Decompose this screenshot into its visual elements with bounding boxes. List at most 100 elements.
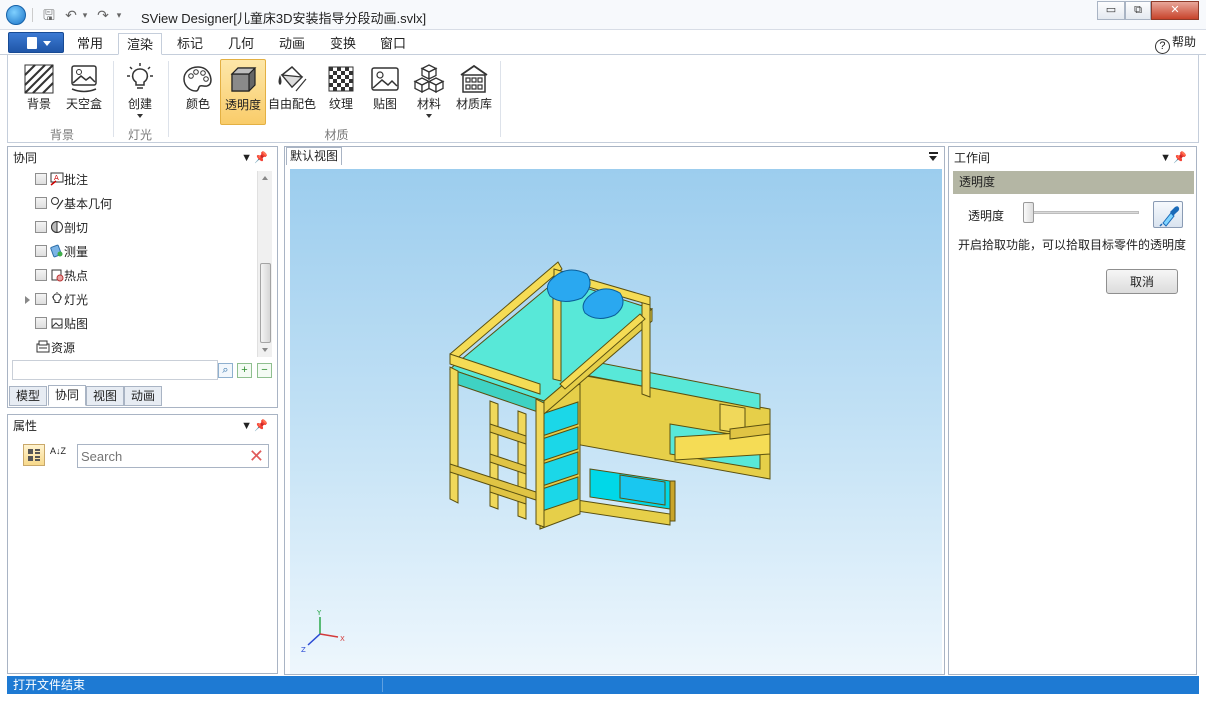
tree-checkbox[interactable] <box>35 317 47 329</box>
background-icon <box>23 63 55 95</box>
status-bar: 打开文件结束 <box>7 676 1199 694</box>
undo-icon[interactable]: ↶ <box>62 6 80 24</box>
redo-icon[interactable]: ↷ <box>94 6 112 24</box>
group-separator <box>113 61 114 137</box>
transparency-button[interactable]: 透明度 <box>220 59 266 125</box>
chevron-down-icon <box>43 41 51 46</box>
tree-checkbox[interactable] <box>35 173 47 185</box>
help-icon: ? <box>1154 39 1170 54</box>
collaboration-panel-title: 协同 <box>13 151 38 165</box>
save-icon[interactable]: 🖫 <box>40 6 58 24</box>
view-menu-icon[interactable] <box>929 152 938 161</box>
tab-common[interactable]: 常用 <box>72 33 108 55</box>
categorized-view-icon[interactable] <box>23 444 45 466</box>
light-group-label: 灯光 <box>127 128 152 142</box>
undo-dropdown-icon[interactable]: ▾ <box>80 6 90 24</box>
tree-item-label: 贴图 <box>64 317 89 331</box>
tab-collaboration[interactable]: 协同 <box>48 385 87 406</box>
expand-all-icon[interactable]: + <box>237 363 252 378</box>
tree-item-label: 基本几何 <box>64 197 113 211</box>
decal-button[interactable]: 贴图 <box>362 59 408 125</box>
svg-text:A: A <box>54 174 59 182</box>
panel-dropdown-icon[interactable]: ▼ <box>241 415 252 437</box>
skybox-button[interactable]: 天空盒 <box>60 59 108 125</box>
search-icon[interactable]: ⌕ <box>218 363 233 378</box>
tree-checkbox[interactable] <box>35 269 47 281</box>
tab-view[interactable]: 视图 <box>86 386 125 406</box>
clear-search-icon[interactable]: ✕ <box>249 446 264 466</box>
measure-icon <box>50 244 63 258</box>
bunk-bed-model[interactable]: Y X Z <box>290 169 942 674</box>
panel-dropdown-icon[interactable]: ▼ <box>1160 147 1171 169</box>
help-button[interactable]: ? 帮助 <box>1154 33 1196 54</box>
create-light-button[interactable]: 创建 <box>117 59 163 125</box>
3d-viewport[interactable]: Y X Z <box>290 169 942 674</box>
material-library-label: 材质库 <box>455 97 492 111</box>
panel-dropdown-icon[interactable]: ▼ <box>241 147 252 169</box>
app-logo-icon[interactable] <box>6 5 26 25</box>
tree-checkbox[interactable] <box>35 293 47 305</box>
tree-checkbox[interactable] <box>35 245 47 257</box>
tab-animation[interactable]: 动画 <box>274 33 310 55</box>
axis-triad: Y X Z <box>301 609 345 654</box>
status-message: 打开文件结束 <box>13 678 86 692</box>
pick-part-button[interactable] <box>1153 201 1183 228</box>
collaboration-panel: 协同 ▼ 📌 A 批注 基本几何 剖切 测量 热点 灯光 贴图 资源 ⌕ + − <box>7 146 278 408</box>
close-button[interactable]: ✕ <box>1151 1 1199 20</box>
property-search-input[interactable] <box>81 447 241 465</box>
free-coloring-button[interactable]: 自由配色 <box>268 59 316 125</box>
property-search-box[interactable]: ✕ <box>77 444 269 468</box>
cancel-button[interactable]: 取消 <box>1106 269 1178 294</box>
tab-transform[interactable]: 变换 <box>325 33 361 55</box>
tab-render[interactable]: 渲染 <box>118 33 162 55</box>
checkerboard-icon <box>325 63 357 95</box>
scroll-up-icon[interactable] <box>262 176 268 180</box>
tab-markup[interactable]: 标记 <box>172 33 208 55</box>
tree-item-label: 测量 <box>64 245 89 259</box>
restore-button[interactable]: ⧉ <box>1125 1 1151 20</box>
workspace-panel: 工作间 ▼ 📌 透明度 透明度 开启拾取功能，可以拾取目标零件的透明度 取消 <box>948 146 1197 675</box>
scroll-down-icon[interactable] <box>262 348 268 352</box>
properties-panel-header: 属性 ▼ 📌 <box>8 415 277 437</box>
minimize-button[interactable]: ▭ <box>1097 1 1125 20</box>
status-divider <box>382 678 383 692</box>
workspace-panel-header: 工作间 ▼ 📌 <box>949 147 1196 169</box>
texture-button[interactable]: 纹理 <box>318 59 364 125</box>
tab-geometry[interactable]: 几何 <box>223 33 259 55</box>
tree-checkbox[interactable] <box>35 221 47 233</box>
pin-icon[interactable]: 📌 <box>1173 147 1187 169</box>
file-menu-button[interactable] <box>8 32 64 53</box>
default-view-tab[interactable]: 默认视图 <box>286 147 343 165</box>
scrollbar-thumb[interactable] <box>260 263 271 343</box>
materials-button[interactable]: 材料 <box>406 59 452 125</box>
skybox-label: 天空盒 <box>65 97 102 111</box>
free-coloring-label: 自由配色 <box>268 97 317 111</box>
title-bar: 🖫 ↶ ▾ ↷ ▾ SView Designer[儿童床3D安装指导分段动画.s… <box>0 0 1206 30</box>
material-library-button[interactable]: 材质库 <box>450 59 498 125</box>
resource-icon <box>36 340 50 353</box>
tab-model[interactable]: 模型 <box>9 386 48 406</box>
transparency-slider-label: 透明度 <box>968 209 1005 223</box>
picture-icon <box>369 63 401 95</box>
ribbon-tab-bar: 常用 渲染 标记 几何 动画 变换 窗口 ? 帮助 <box>0 30 1206 55</box>
cubes-icon <box>413 63 445 95</box>
tree-item-label: 批注 <box>64 173 89 187</box>
y-axis-label: Y <box>316 609 322 617</box>
color-button[interactable]: 颜色 <box>175 59 221 125</box>
collapse-all-icon[interactable]: − <box>257 363 272 378</box>
transparency-cube-icon <box>227 64 259 96</box>
background-button[interactable]: 背景 <box>16 59 62 125</box>
tree-filter-input[interactable] <box>12 360 218 380</box>
expand-arrow-icon[interactable] <box>25 296 30 304</box>
pin-icon[interactable]: 📌 <box>254 147 268 169</box>
pin-icon[interactable]: 📌 <box>254 415 268 437</box>
transparency-slider-track[interactable] <box>1029 211 1139 214</box>
tree-scrollbar[interactable] <box>257 171 272 357</box>
tab-window[interactable]: 窗口 <box>375 33 411 55</box>
transparency-slider-thumb[interactable] <box>1023 202 1034 223</box>
redo-dropdown-icon[interactable]: ▾ <box>114 6 124 24</box>
transparency-label: 透明度 <box>224 98 261 112</box>
tree-checkbox[interactable] <box>35 197 47 209</box>
tab-animation-list[interactable]: 动画 <box>124 386 163 406</box>
sort-alphabetical-icon[interactable]: A↓Z <box>47 444 69 466</box>
